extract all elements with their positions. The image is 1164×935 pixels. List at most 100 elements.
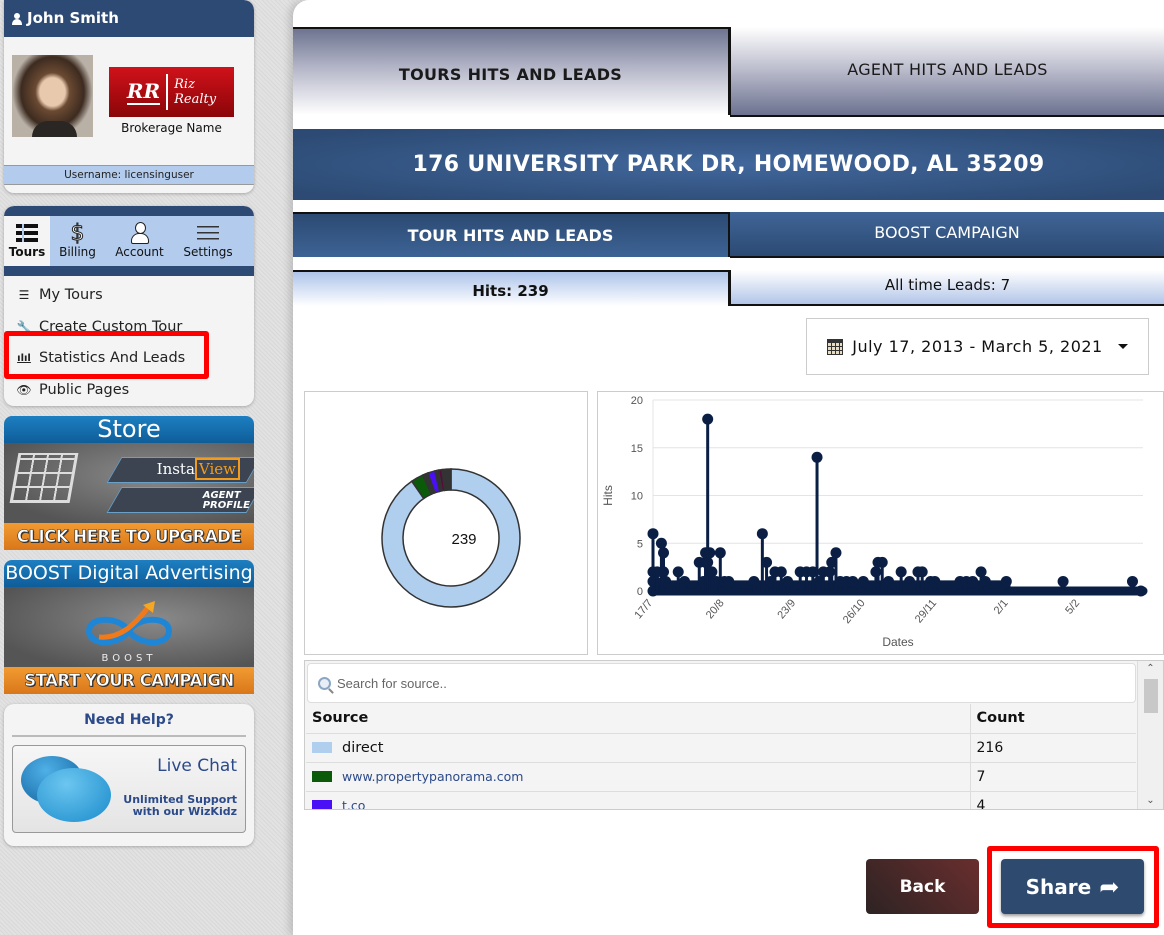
donut-center-label: 239 — [451, 531, 476, 548]
data-point — [1000, 575, 1012, 587]
scroll-down-icon[interactable]: ⌄ — [1138, 793, 1163, 809]
nav-card: Tours $ Billing Account Settings ☰ My To… — [4, 206, 254, 406]
nav-tab-label: Account — [115, 245, 164, 259]
source-cell: t.co — [306, 791, 970, 810]
data-point — [904, 575, 916, 587]
source-search-input[interactable] — [337, 675, 1117, 691]
count-cell: 7 — [969, 762, 1136, 792]
live-chat-title: Live Chat — [157, 756, 237, 776]
tab-all-time-leads[interactable]: All time Leads: 7 — [730, 270, 1164, 306]
nav-tab-account[interactable]: Account — [105, 216, 174, 266]
data-point — [895, 566, 907, 578]
y-axis-label: Hits — [601, 485, 615, 506]
data-point — [857, 575, 869, 587]
eye-icon: 👁 — [16, 382, 32, 397]
main-panel: TOURS HITS AND LEADS AGENT HITS AND LEAD… — [293, 0, 1164, 935]
table-scrollbar[interactable]: ⌃ ⌄ — [1137, 661, 1163, 809]
live-chat-button[interactable]: Live Chat Unlimited Support with our WizK… — [12, 745, 246, 833]
y-tick-label: 0 — [637, 586, 643, 598]
nav-item-create-custom-tour[interactable]: 🔧 Create Custom Tour — [16, 312, 254, 344]
list-icon — [16, 224, 38, 242]
nav-item-label: Statistics And Leads — [39, 350, 186, 366]
y-tick-label: 5 — [637, 538, 643, 550]
x-tick-label: 17/7 — [632, 597, 655, 621]
tab-tour-hits-and-leads[interactable]: TOUR HITS AND LEADS — [293, 212, 730, 257]
tab-hits[interactable]: Hits: 239 — [293, 270, 730, 306]
nav-tab-billing[interactable]: $ Billing — [50, 216, 105, 266]
scroll-up-icon[interactable]: ⌃ — [1138, 661, 1163, 677]
source-cell: www.propertypanorama.com — [306, 762, 970, 792]
nav-item-label: Public Pages — [39, 381, 130, 398]
table-row: direct 216 — [306, 733, 1136, 763]
store-ad[interactable]: Store Insta View AGENT PROFILE CLICK HERE … — [4, 416, 254, 550]
data-point — [1135, 585, 1147, 597]
tab-agent-hits-and-leads[interactable]: AGENT HITS AND LEADS — [730, 27, 1164, 117]
tab-tours-hits-and-leads[interactable]: TOURS HITS AND LEADS — [293, 27, 730, 115]
data-point — [824, 566, 836, 578]
data-point — [775, 566, 787, 578]
caret-down-icon — [1117, 344, 1128, 349]
sidebar: John Smith RR Riz Realty Brokerage Name U… — [4, 0, 254, 846]
color-swatch — [312, 800, 332, 809]
dollar-icon: $ — [70, 221, 85, 246]
bar-chart-icon: ılıl — [17, 353, 31, 364]
wrench-icon: 🔧 — [16, 319, 32, 334]
date-range-picker[interactable]: July 17, 2013 - March 5, 2021 — [806, 318, 1149, 375]
help-title: Need Help? — [12, 712, 246, 737]
color-swatch — [312, 771, 332, 782]
scroll-thumb[interactable] — [1144, 679, 1158, 713]
username-label: Username: licensinguser — [4, 165, 254, 185]
data-point — [647, 528, 659, 540]
count-cell: 4 — [969, 791, 1136, 809]
data-point — [847, 575, 859, 587]
column-count[interactable]: Count — [969, 704, 1136, 734]
brokerage-logo-line1: Riz — [174, 77, 195, 92]
data-point — [811, 451, 823, 463]
nav-tabs: Tours $ Billing Account Settings — [4, 216, 254, 266]
brokerage-logo-line2: Realty — [174, 92, 217, 107]
table-header-row: Source Count — [306, 704, 1136, 734]
share-arrow-icon: ➦ — [1099, 872, 1120, 901]
nav-tab-settings[interactable]: Settings — [174, 216, 242, 266]
brokerage-logo-initials: RR — [126, 79, 161, 105]
nav-item-statistics-and-leads[interactable]: ılıl Statistics And Leads — [16, 343, 254, 375]
data-point — [756, 528, 768, 540]
data-point — [1126, 575, 1138, 587]
data-point — [658, 566, 670, 578]
upgrade-cta[interactable]: CLICK HERE TO UPGRADE — [4, 523, 254, 550]
user-card: John Smith RR Riz Realty Brokerage Name U… — [4, 0, 254, 193]
share-button[interactable]: Share ➦ — [1001, 859, 1144, 914]
nav-tab-label: Settings — [183, 245, 233, 259]
store-ad-title: Store — [4, 416, 254, 443]
source-link[interactable]: www.propertypanorama.com — [342, 769, 523, 784]
nav-item-label: My Tours — [39, 287, 103, 303]
donut-chart-svg: 239 — [381, 468, 521, 608]
back-button[interactable]: Back — [866, 859, 979, 914]
source-link[interactable]: t.co — [342, 798, 365, 810]
x-tick-label: 2/1 — [992, 597, 1011, 616]
user-name: John Smith — [27, 9, 119, 27]
data-point — [929, 575, 941, 587]
data-point — [916, 566, 928, 578]
data-point — [761, 556, 773, 568]
data-point — [660, 575, 672, 587]
data-point — [975, 566, 987, 578]
data-point — [704, 547, 716, 559]
data-point — [979, 575, 991, 587]
nav-tab-label: Billing — [59, 245, 96, 259]
nav-item-public-pages[interactable]: 👁 Public Pages — [16, 375, 254, 407]
data-point — [782, 575, 794, 587]
sources-table: Source Count direct216 www.propertypanora… — [304, 660, 1164, 810]
data-point — [655, 537, 667, 549]
nav-item-my-tours[interactable]: ☰ My Tours — [16, 280, 254, 312]
column-source[interactable]: Source — [306, 704, 970, 734]
boost-ad[interactable]: BOOST Digital Advertising BOOST START YO… — [4, 560, 254, 694]
nav-tab-tours[interactable]: Tours — [4, 216, 50, 266]
shopping-cart-icon — [9, 453, 79, 503]
data-point — [658, 547, 670, 559]
campaign-cta[interactable]: START YOUR CAMPAIGN — [4, 667, 254, 694]
data-point — [672, 566, 684, 578]
brokerage-name: Brokerage Name — [121, 121, 222, 135]
data-point — [967, 575, 979, 587]
tab-boost-campaign[interactable]: BOOST CAMPAIGN — [730, 212, 1164, 258]
